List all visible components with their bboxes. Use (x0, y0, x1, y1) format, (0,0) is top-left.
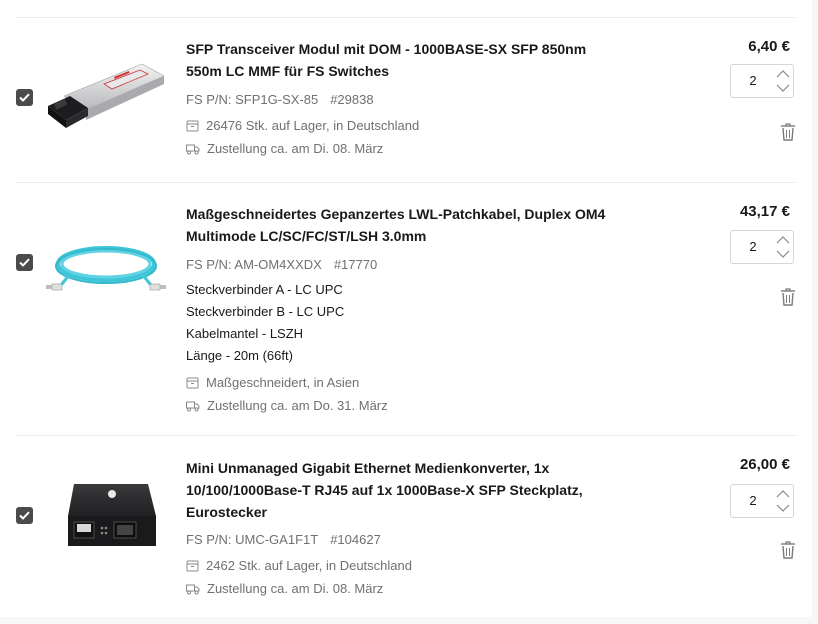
product-part-number: FS P/N: UMC-GA1F1T #104627 (186, 531, 381, 549)
product-id: #17770 (333, 257, 378, 272)
product-spec: Länge - 20m (66ft) (186, 348, 293, 363)
stock-info: 2462 Stk. auf Lager, in Deutschland (186, 557, 412, 575)
divider (16, 435, 796, 436)
quantity-value[interactable]: 2 (731, 231, 775, 263)
item-price: 43,17 € (739, 203, 790, 220)
chevron-down-icon[interactable] (773, 81, 793, 96)
item-checkbox[interactable] (16, 507, 33, 524)
warehouse-icon (186, 560, 199, 572)
part-number: FS P/N: AM-OM4XXDX (186, 257, 322, 272)
part-number: FS P/N: UMC-GA1F1T (186, 532, 319, 547)
chevron-up-icon[interactable] (773, 233, 793, 248)
delivery-info: Zustellung ca. am Di. 08. März (186, 580, 383, 598)
product-id: #29838 (330, 92, 374, 107)
product-spec: Kabelmantel - LSZH (186, 326, 304, 341)
warehouse-icon (186, 377, 199, 389)
product-title[interactable]: Maßgeschneidertes Gepanzertes LWL-Patchk… (186, 203, 606, 247)
chevron-up-icon[interactable] (773, 67, 793, 82)
warehouse-icon (186, 120, 199, 132)
quantity-value[interactable]: 2 (731, 65, 775, 97)
truck-icon (186, 584, 200, 595)
trash-icon[interactable] (780, 123, 796, 141)
product-image-media-converter[interactable] (44, 472, 172, 568)
truck-icon (186, 401, 200, 412)
stock-info: Maßgeschneidert, in Asien (186, 374, 359, 392)
trash-icon[interactable] (780, 288, 796, 306)
divider (16, 17, 796, 18)
item-price: 6,40 € (748, 38, 790, 55)
delivery-info: Zustellung ca. am Do. 31. März (186, 397, 388, 415)
chevron-up-icon[interactable] (773, 487, 793, 502)
stock-text: Maßgeschneidert, in Asien (206, 375, 360, 390)
delivery-text: Zustellung ca. am Do. 31. März (207, 398, 388, 413)
product-part-number: FS P/N: AM-OM4XXDX #17770 (186, 256, 377, 274)
product-title[interactable]: Mini Unmanaged Gigabit Ethernet Medienko… (186, 457, 606, 523)
truck-icon (186, 144, 200, 155)
stock-text: 26476 Stk. auf Lager, in Deutschland (206, 118, 420, 133)
stock-info: 26476 Stk. auf Lager, in Deutschland (186, 117, 419, 135)
part-number: FS P/N: SFP1G-SX-85 (186, 92, 319, 107)
quantity-stepper[interactable]: 2 (730, 230, 794, 264)
product-image-sfp-module[interactable] (44, 50, 172, 146)
product-spec: Steckverbinder B - LC UPC (186, 304, 345, 319)
delivery-info: Zustellung ca. am Di. 08. März (186, 140, 383, 158)
item-checkbox[interactable] (16, 254, 33, 271)
quantity-stepper[interactable]: 2 (730, 484, 794, 518)
trash-icon[interactable] (780, 541, 796, 559)
cart-panel: SFP Transceiver Modul mit DOM - 1000BASE… (0, 0, 812, 617)
delivery-text: Zustellung ca. am Di. 08. März (207, 581, 384, 596)
item-checkbox[interactable] (16, 89, 33, 106)
product-title[interactable]: SFP Transceiver Modul mit DOM - 1000BASE… (186, 38, 606, 82)
checkmark-icon (19, 258, 30, 267)
chevron-down-icon[interactable] (773, 501, 793, 516)
quantity-value[interactable]: 2 (731, 485, 775, 517)
delivery-text: Zustellung ca. am Di. 08. März (207, 141, 384, 156)
product-id: #104627 (330, 532, 381, 547)
checkmark-icon (19, 93, 30, 102)
product-part-number: FS P/N: SFP1G-SX-85 #29838 (186, 91, 374, 109)
chevron-down-icon[interactable] (773, 247, 793, 262)
item-price: 26,00 € (739, 456, 790, 473)
product-spec: Steckverbinder A - LC UPC (186, 282, 343, 297)
stock-text: 2462 Stk. auf Lager, in Deutschland (206, 558, 412, 573)
divider (16, 182, 796, 183)
product-image-patch-cable[interactable] (44, 222, 172, 318)
quantity-stepper[interactable]: 2 (730, 64, 794, 98)
checkmark-icon (19, 511, 30, 520)
